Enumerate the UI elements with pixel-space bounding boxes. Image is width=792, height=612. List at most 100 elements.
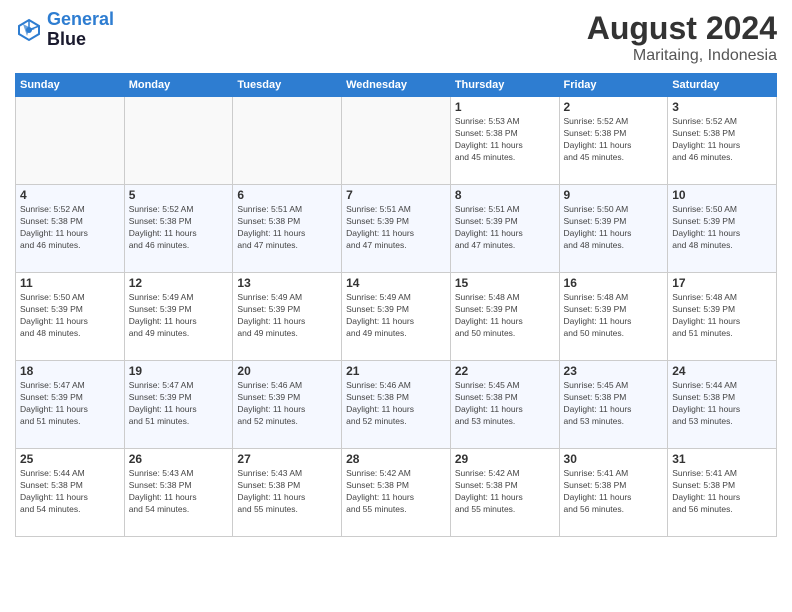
day-info: Sunrise: 5:51 AM Sunset: 5:38 PM Dayligh… (237, 204, 337, 252)
day-info: Sunrise: 5:43 AM Sunset: 5:38 PM Dayligh… (237, 468, 337, 516)
day-number: 20 (237, 364, 337, 378)
day-info: Sunrise: 5:51 AM Sunset: 5:39 PM Dayligh… (346, 204, 446, 252)
header: GeneralBlue August 2024 Maritaing, Indon… (15, 10, 777, 65)
calendar-cell: 9 Sunrise: 5:50 AM Sunset: 5:39 PM Daylig… (559, 185, 668, 273)
day-info: Sunrise: 5:49 AM Sunset: 5:39 PM Dayligh… (129, 292, 229, 340)
main-title: August 2024 (587, 10, 777, 47)
header-row: Sunday Monday Tuesday Wednesday Thursday… (16, 74, 777, 97)
calendar-cell: 24Sunrise: 5:44 AM Sunset: 5:38 PM Dayli… (668, 361, 777, 449)
day-info: Sunrise: 5:52 AM Sunset: 5:38 PM Dayligh… (672, 116, 772, 164)
day-info: Sunrise: 5:43 AM Sunset: 5:38 PM Dayligh… (129, 468, 229, 516)
day-info: Sunrise: 5:52 AM Sunset: 5:38 PM Dayligh… (564, 116, 664, 164)
calendar-cell: 3 Sunrise: 5:52 AM Sunset: 5:38 PM Daylig… (668, 97, 777, 185)
day-info: Sunrise: 5:48 AM Sunset: 5:39 PM Dayligh… (455, 292, 555, 340)
day-number: 23 (564, 364, 664, 378)
col-monday: Monday (124, 74, 233, 97)
calendar-cell: 30 Sunrise: 5:41 AM Sunset: 5:38 PM Dayli… (559, 449, 668, 537)
day-info: Sunrise: 5:49 AM Sunset: 5:39 PM Dayligh… (346, 292, 446, 340)
day-number: 11 (20, 276, 120, 290)
calendar-cell: 14Sunrise: 5:49 AM Sunset: 5:39 PM Dayli… (342, 273, 451, 361)
day-info: Sunrise: 5:47 AM Sunset: 5:39 PM Dayligh… (20, 380, 120, 428)
calendar-cell: 29 Sunrise: 5:42 AM Sunset: 5:38 PM Dayli… (450, 449, 559, 537)
calendar-cell: 6Sunrise: 5:51 AM Sunset: 5:38 PM Daylig… (233, 185, 342, 273)
day-info: Sunrise: 5:41 AM Sunset: 5:38 PM Dayligh… (564, 468, 664, 516)
day-info: Sunrise: 5:48 AM Sunset: 5:39 PM Dayligh… (672, 292, 772, 340)
calendar-cell: 10Sunrise: 5:50 AM Sunset: 5:39 PM Dayli… (668, 185, 777, 273)
day-info: Sunrise: 5:45 AM Sunset: 5:38 PM Dayligh… (564, 380, 664, 428)
day-number: 22 (455, 364, 555, 378)
day-number: 3 (672, 100, 772, 114)
day-number: 1 (455, 100, 555, 114)
day-number: 7 (346, 188, 446, 202)
day-info: Sunrise: 5:45 AM Sunset: 5:38 PM Dayligh… (455, 380, 555, 428)
day-number: 29 (455, 452, 555, 466)
title-block: August 2024 Maritaing, Indonesia (587, 10, 777, 65)
day-number: 2 (564, 100, 664, 114)
day-number: 15 (455, 276, 555, 290)
logo: GeneralBlue (15, 10, 114, 50)
day-number: 8 (455, 188, 555, 202)
day-info: Sunrise: 5:42 AM Sunset: 5:38 PM Dayligh… (455, 468, 555, 516)
day-number: 24 (672, 364, 772, 378)
calendar-cell: 11 Sunrise: 5:50 AM Sunset: 5:39 PM Dayli… (16, 273, 125, 361)
day-info: Sunrise: 5:44 AM Sunset: 5:38 PM Dayligh… (20, 468, 120, 516)
day-number: 4 (20, 188, 120, 202)
day-number: 21 (346, 364, 446, 378)
day-number: 12 (129, 276, 229, 290)
col-wednesday: Wednesday (342, 74, 451, 97)
week-row-5: 25 Sunrise: 5:44 AM Sunset: 5:38 PM Dayli… (16, 449, 777, 537)
day-info: Sunrise: 5:47 AM Sunset: 5:39 PM Dayligh… (129, 380, 229, 428)
day-number: 28 (346, 452, 446, 466)
day-number: 16 (564, 276, 664, 290)
calendar-cell: 17 Sunrise: 5:48 AM Sunset: 5:39 PM Dayli… (668, 273, 777, 361)
week-row-2: 4 Sunrise: 5:52 AM Sunset: 5:38 PM Daylig… (16, 185, 777, 273)
col-friday: Friday (559, 74, 668, 97)
day-number: 5 (129, 188, 229, 202)
calendar-cell: 28Sunrise: 5:42 AM Sunset: 5:38 PM Dayli… (342, 449, 451, 537)
col-saturday: Saturday (668, 74, 777, 97)
calendar-cell: 18 Sunrise: 5:47 AM Sunset: 5:39 PM Dayli… (16, 361, 125, 449)
calendar-cell: 7 Sunrise: 5:51 AM Sunset: 5:39 PM Daylig… (342, 185, 451, 273)
day-info: Sunrise: 5:50 AM Sunset: 5:39 PM Dayligh… (20, 292, 120, 340)
day-info: Sunrise: 5:46 AM Sunset: 5:38 PM Dayligh… (346, 380, 446, 428)
logo-icon (15, 16, 43, 44)
calendar-cell: 23 Sunrise: 5:45 AM Sunset: 5:38 PM Dayli… (559, 361, 668, 449)
day-number: 17 (672, 276, 772, 290)
day-number: 26 (129, 452, 229, 466)
calendar-cell: 15 Sunrise: 5:48 AM Sunset: 5:39 PM Dayli… (450, 273, 559, 361)
day-info: Sunrise: 5:48 AM Sunset: 5:39 PM Dayligh… (564, 292, 664, 340)
calendar-table: Sunday Monday Tuesday Wednesday Thursday… (15, 73, 777, 537)
day-number: 31 (672, 452, 772, 466)
calendar-cell: 27 Sunrise: 5:43 AM Sunset: 5:38 PM Dayli… (233, 449, 342, 537)
calendar-cell: 2 Sunrise: 5:52 AM Sunset: 5:38 PM Daylig… (559, 97, 668, 185)
day-number: 9 (564, 188, 664, 202)
calendar-cell (233, 97, 342, 185)
page-container: GeneralBlue August 2024 Maritaing, Indon… (0, 0, 792, 542)
day-info: Sunrise: 5:52 AM Sunset: 5:38 PM Dayligh… (129, 204, 229, 252)
week-row-3: 11 Sunrise: 5:50 AM Sunset: 5:39 PM Dayli… (16, 273, 777, 361)
calendar-cell: 13Sunrise: 5:49 AM Sunset: 5:39 PM Dayli… (233, 273, 342, 361)
calendar-cell: 20Sunrise: 5:46 AM Sunset: 5:39 PM Dayli… (233, 361, 342, 449)
calendar-cell: 1Sunrise: 5:53 AM Sunset: 5:38 PM Daylig… (450, 97, 559, 185)
day-number: 10 (672, 188, 772, 202)
calendar-cell: 16 Sunrise: 5:48 AM Sunset: 5:39 PM Dayli… (559, 273, 668, 361)
calendar-cell: 12 Sunrise: 5:49 AM Sunset: 5:39 PM Dayli… (124, 273, 233, 361)
week-row-4: 18 Sunrise: 5:47 AM Sunset: 5:39 PM Dayli… (16, 361, 777, 449)
day-info: Sunrise: 5:41 AM Sunset: 5:38 PM Dayligh… (672, 468, 772, 516)
col-thursday: Thursday (450, 74, 559, 97)
day-number: 18 (20, 364, 120, 378)
calendar-cell (16, 97, 125, 185)
week-row-1: 1Sunrise: 5:53 AM Sunset: 5:38 PM Daylig… (16, 97, 777, 185)
calendar-cell: 19Sunrise: 5:47 AM Sunset: 5:39 PM Dayli… (124, 361, 233, 449)
day-info: Sunrise: 5:52 AM Sunset: 5:38 PM Dayligh… (20, 204, 120, 252)
day-number: 25 (20, 452, 120, 466)
day-number: 27 (237, 452, 337, 466)
day-number: 30 (564, 452, 664, 466)
day-info: Sunrise: 5:50 AM Sunset: 5:39 PM Dayligh… (564, 204, 664, 252)
calendar-cell: 31 Sunrise: 5:41 AM Sunset: 5:38 PM Dayli… (668, 449, 777, 537)
calendar-cell: 21 Sunrise: 5:46 AM Sunset: 5:38 PM Dayli… (342, 361, 451, 449)
col-tuesday: Tuesday (233, 74, 342, 97)
calendar-cell (124, 97, 233, 185)
calendar-cell: 5 Sunrise: 5:52 AM Sunset: 5:38 PM Daylig… (124, 185, 233, 273)
logo-text: GeneralBlue (47, 10, 114, 50)
